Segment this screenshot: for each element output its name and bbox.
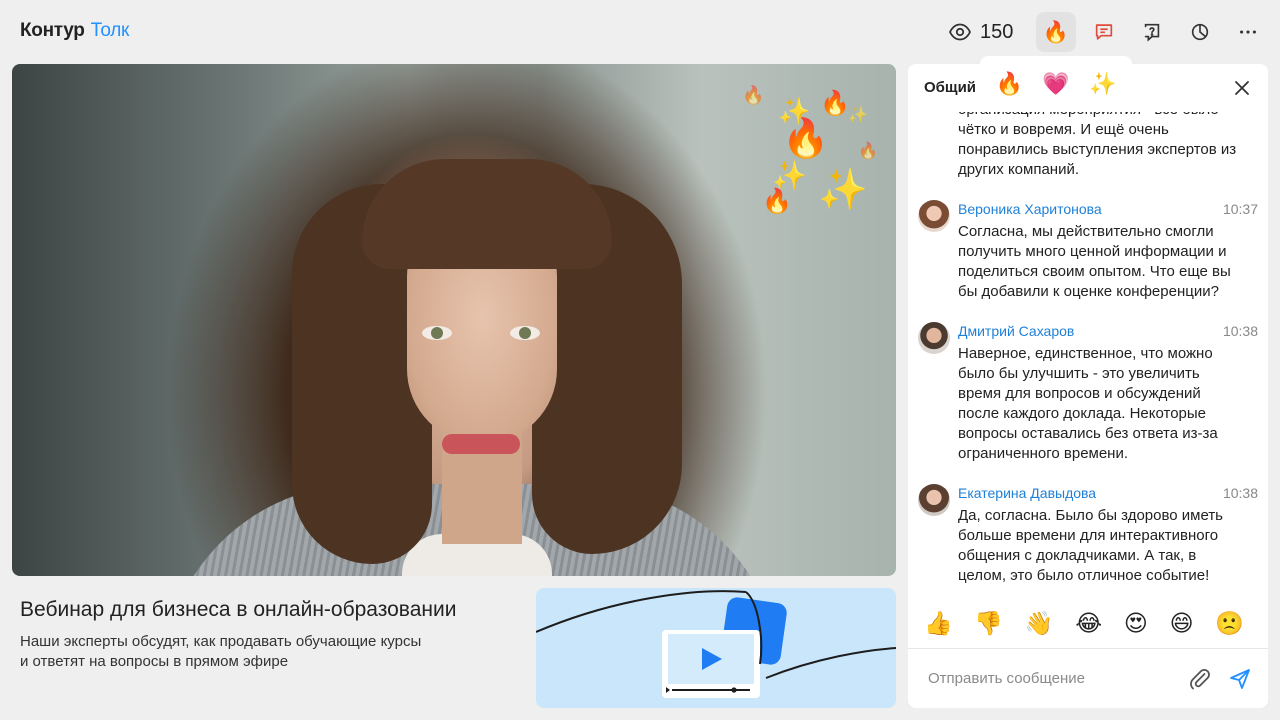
message-line: после каждого доклада. Некоторые <box>958 405 1207 422</box>
quick-reaction-thumbs-down[interactable]: 👎 <box>974 611 1003 635</box>
message-composer <box>908 648 1268 708</box>
eye-icon <box>948 23 972 41</box>
message-line: чётко и вовремя. И ещё очень <box>958 121 1169 138</box>
speaker-eye-left <box>422 326 452 340</box>
send-icon[interactable] <box>1228 667 1252 691</box>
chat-panel: организация мероприятия - всё было чётко… <box>908 64 1268 708</box>
message-line: Да, согласна. Было бы здорово иметь <box>958 507 1223 524</box>
logo-product: Толк <box>90 20 130 41</box>
app-logo[interactable]: Контур Толк <box>20 20 129 42</box>
message-line: было бы улучшить - это увеличить <box>958 365 1200 382</box>
floating-sparkles-icon: ✨ <box>772 160 807 191</box>
quick-reaction-grin[interactable]: 😄 <box>1170 611 1194 635</box>
quick-reaction-thumbs-up[interactable]: 👍 <box>924 611 953 635</box>
message-author[interactable]: Дмитрий Сахаров <box>958 323 1074 339</box>
message-text: Согласна, мы действительно смогли получи… <box>958 222 1258 302</box>
avatar[interactable] <box>918 484 950 516</box>
questions-button[interactable] <box>1132 12 1172 52</box>
message-line: целом, это было отличное событие! <box>958 567 1210 584</box>
question-icon <box>1144 23 1160 42</box>
floating-sparkles-icon: ✨ <box>818 168 868 212</box>
avatar[interactable] <box>918 200 950 232</box>
avatar[interactable] <box>918 322 950 354</box>
reaction-heart-button[interactable]: 💗 <box>1042 73 1069 95</box>
quick-reactions: 👍 👎 👋 😂 😍 😄 🙁 <box>924 608 1244 638</box>
logo-brand: Контур <box>20 20 85 41</box>
close-chat-button[interactable] <box>1230 76 1254 100</box>
speaker-hair-top <box>362 159 612 269</box>
floating-fire-icon: 🔥 <box>820 90 850 117</box>
viewers-counter: 150 <box>948 18 1013 46</box>
message-line: других компаний. <box>958 161 1080 178</box>
floating-fire-icon: 🔥 <box>762 188 792 215</box>
banner-illustration <box>536 590 896 698</box>
message-time: 10:38 <box>1222 323 1258 339</box>
chat-button[interactable] <box>1084 12 1124 52</box>
message-text: Наверное, единственное, что можно было б… <box>958 344 1258 464</box>
quick-reaction-frown[interactable]: 🙁 <box>1215 611 1244 635</box>
fire-emoji-icon: 🔥 <box>1042 20 1070 44</box>
polls-button[interactable] <box>1180 12 1220 52</box>
reaction-picker: 🔥 💗 ✨ <box>980 56 1132 112</box>
message-line: Наверное, единственное, что можно <box>958 345 1213 362</box>
quick-reaction-wave[interactable]: 👋 <box>1025 611 1054 635</box>
video-stream[interactable]: 🔥 ✨ 🔥 ✨ 🔥 🔥 ✨ ✨ 🔥 <box>12 64 896 576</box>
more-button[interactable] <box>1228 12 1268 52</box>
message-line: получить много ценной информации и <box>958 243 1227 260</box>
chat-icon <box>1095 24 1113 40</box>
message-line: Согласна, мы действительно смогли <box>958 223 1214 240</box>
more-dots-icon <box>1240 30 1256 34</box>
floating-fire-icon: 🔥 <box>782 118 830 160</box>
speaker-eye-right <box>510 326 540 340</box>
message-text: Да, согласна. Было бы здорово иметь боль… <box>958 506 1258 586</box>
message-line: понравились выступления экспертов из <box>958 141 1237 158</box>
message-line: вопросы оставались без ответа из-за <box>958 425 1218 442</box>
floating-fire-icon: 🔥 <box>742 85 765 105</box>
message-author[interactable]: Вероника Харитонова <box>958 201 1102 217</box>
floating-sparkles-icon: ✨ <box>848 107 868 124</box>
message-line: больше времени для интерактивного <box>958 527 1219 544</box>
attach-icon[interactable] <box>1188 667 1212 691</box>
message-input[interactable] <box>920 663 1180 693</box>
reaction-sparkles-button[interactable]: ✨ <box>1089 73 1116 95</box>
top-bar: Контур Толк 150 🔥 <box>0 0 1280 64</box>
webinar-description-line: и ответят на вопросы в прямом эфире <box>20 653 289 670</box>
webinar-title: Вебинар для бизнеса в онлайн-образовании <box>20 598 457 621</box>
webinar-description-line: Наши эксперты обсудят, как продавать обу… <box>20 633 422 650</box>
floating-fire-icon: 🔥 <box>858 143 878 160</box>
message-line: общения с докладчиками. А так, в <box>958 547 1197 564</box>
message-line: ограниченного времени. <box>958 445 1129 462</box>
quick-reaction-heart-eyes[interactable]: 😍 <box>1124 611 1148 635</box>
reaction-fire-button[interactable]: 🔥 <box>996 73 1023 95</box>
chat-message-continued: организация мероприятия - всё было чётко… <box>958 100 1258 180</box>
message-author[interactable]: Екатерина Давыдова <box>958 485 1096 501</box>
message-line: поделиться своим опытом. Что еще вы <box>958 263 1231 280</box>
reactions-button[interactable]: 🔥 <box>1036 12 1076 52</box>
quick-reaction-laugh[interactable]: 😂 <box>1075 611 1102 635</box>
chat-messages[interactable]: организация мероприятия - всё было чётко… <box>908 64 1268 594</box>
pie-chart-icon <box>1191 23 1209 41</box>
viewers-count: 150 <box>980 20 1014 43</box>
message-time: 10:38 <box>1222 485 1258 501</box>
message-time: 10:37 <box>1222 201 1258 217</box>
webinar-description: Наши эксперты обсудят, как продавать обу… <box>20 632 480 672</box>
message-line: время для вопросов и обсуждений <box>958 385 1201 402</box>
promo-banner[interactable] <box>536 588 896 708</box>
speaker-lips <box>442 434 520 454</box>
tab-general[interactable]: Общий <box>924 79 976 96</box>
message-line: бы добавили к оценке конференции? <box>958 283 1219 300</box>
close-icon <box>1235 81 1249 95</box>
